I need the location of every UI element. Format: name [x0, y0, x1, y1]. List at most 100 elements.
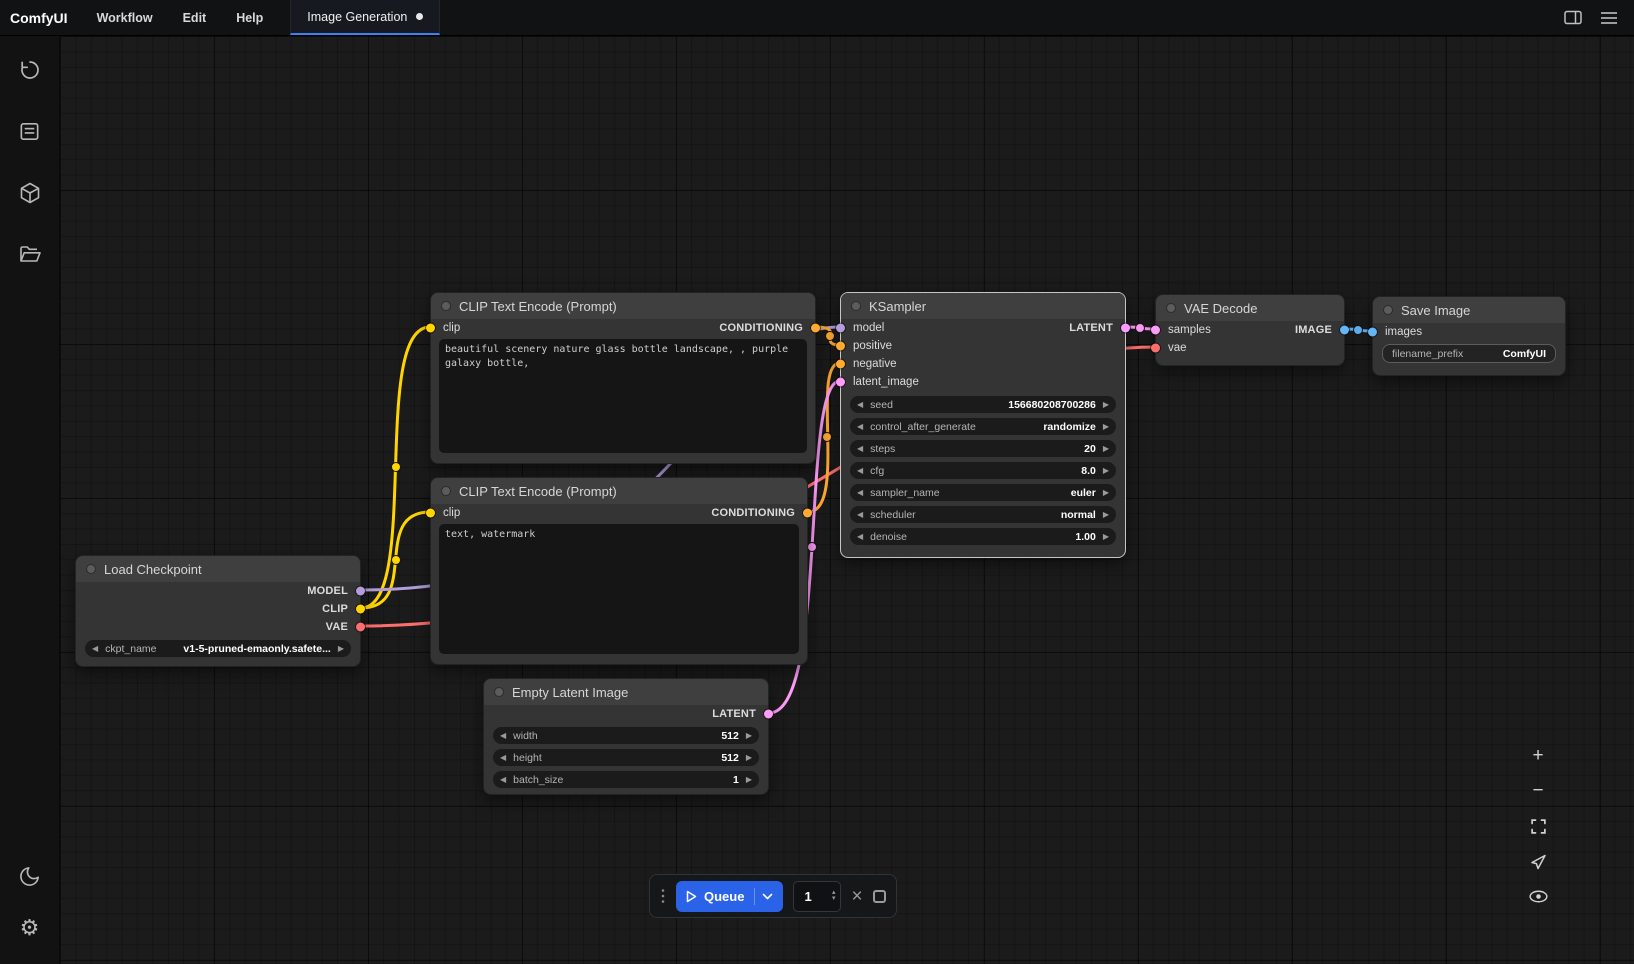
node-vae-decode[interactable]: VAE Decode samples IMAGE vae: [1155, 294, 1345, 366]
widget-decrement-icon[interactable]: ◀: [500, 732, 506, 740]
interrupt-button[interactable]: ×: [851, 887, 862, 906]
node-header[interactable]: Save Image: [1373, 297, 1565, 323]
tab-image-generation[interactable]: Image Generation: [290, 0, 440, 35]
node-header[interactable]: CLIP Text Encode (Prompt): [431, 478, 807, 504]
link-visibility-button[interactable]: [1522, 882, 1554, 910]
widget-steps[interactable]: ◀ steps 20 ▶: [850, 440, 1116, 457]
menu-workflow[interactable]: Workflow: [82, 11, 168, 25]
fit-view-button[interactable]: [1522, 812, 1554, 840]
sidebar-workflows-button[interactable]: [0, 229, 60, 281]
sidebar-settings-button[interactable]: ⚙: [0, 902, 60, 954]
widget-scheduler[interactable]: ◀ scheduler normal ▶: [850, 506, 1116, 523]
node-clip-text-encode-positive[interactable]: CLIP Text Encode (Prompt) clip CONDITION…: [430, 292, 816, 464]
vae-input-dot[interactable]: [1151, 344, 1160, 353]
widget-control-after-generate[interactable]: ◀ control_after_generate randomize ▶: [850, 418, 1116, 435]
latent-image-input-dot[interactable]: [836, 378, 845, 387]
queue-button[interactable]: Queue: [676, 881, 783, 912]
prompt-textarea[interactable]: text, watermark: [439, 524, 799, 654]
clip-input-dot[interactable]: [426, 324, 435, 333]
widget-decrement-icon[interactable]: ◀: [857, 467, 863, 475]
panel-toggle-button[interactable]: [1564, 10, 1582, 25]
collapse-dot[interactable]: [441, 486, 451, 496]
widget-increment-icon[interactable]: ▶: [338, 645, 344, 653]
node-empty-latent-image[interactable]: Empty Latent Image LATENT ◀ width 512 ▶ …: [483, 678, 769, 795]
widget-increment-icon[interactable]: ▶: [1103, 511, 1109, 519]
widget-increment-icon[interactable]: ▶: [1103, 423, 1109, 431]
widget-increment-icon[interactable]: ▶: [746, 732, 752, 740]
widget-decrement-icon[interactable]: ◀: [857, 489, 863, 497]
menu-edit[interactable]: Edit: [168, 11, 222, 25]
samples-input-dot[interactable]: [1151, 326, 1160, 335]
widget-filename-prefix[interactable]: filename_prefix ComfyUI: [1382, 344, 1556, 363]
zoom-out-button[interactable]: −: [1522, 777, 1554, 805]
widget-sampler-name[interactable]: ◀ sampler_name euler ▶: [850, 484, 1116, 501]
node-header[interactable]: Load Checkpoint: [76, 556, 360, 582]
prompt-textarea[interactable]: beautiful scenery nature glass bottle la…: [439, 339, 807, 453]
sidebar-node-library-button[interactable]: [0, 105, 60, 157]
node-header[interactable]: VAE Decode: [1156, 295, 1344, 321]
collapse-dot[interactable]: [851, 301, 861, 311]
conditioning-output-dot[interactable]: [811, 324, 820, 333]
collapse-dot[interactable]: [441, 301, 451, 311]
collapse-dot[interactable]: [494, 687, 504, 697]
sidebar-theme-toggle-button[interactable]: [0, 850, 60, 902]
collapse-dot[interactable]: [1383, 305, 1393, 315]
latent-output-dot[interactable]: [1121, 324, 1130, 333]
batch-count-input[interactable]: 1 ▴ ▾: [793, 881, 841, 912]
widget-increment-icon[interactable]: ▶: [1103, 467, 1109, 475]
menu-help[interactable]: Help: [221, 11, 278, 25]
widget-seed[interactable]: ◀ seed 156680208700286 ▶: [850, 396, 1116, 413]
image-output-dot[interactable]: [1340, 326, 1349, 335]
node-title: Save Image: [1401, 303, 1470, 318]
widget-increment-icon[interactable]: ▶: [746, 754, 752, 762]
widget-decrement-icon[interactable]: ◀: [500, 776, 506, 784]
input-port-label: images: [1385, 326, 1422, 338]
node-header[interactable]: Empty Latent Image: [484, 679, 768, 705]
sidebar-history-button[interactable]: [0, 44, 60, 96]
collapse-dot[interactable]: [86, 564, 96, 574]
widget-increment-icon[interactable]: ▶: [1103, 533, 1109, 541]
widget-denoise[interactable]: ◀ denoise 1.00 ▶: [850, 528, 1116, 545]
clip-port-dot[interactable]: [356, 605, 365, 614]
node-header[interactable]: KSampler: [841, 293, 1125, 319]
widget-increment-icon[interactable]: ▶: [746, 776, 752, 784]
sidebar-model-library-button[interactable]: [0, 167, 60, 219]
collapse-dot[interactable]: [1166, 303, 1176, 313]
widget-batch-size[interactable]: ◀ batch_size 1 ▶: [493, 771, 759, 788]
widget-ckpt-name[interactable]: ◀ ckpt_name v1-5-pruned-emaonly.safete..…: [85, 640, 351, 657]
widget-decrement-icon[interactable]: ◀: [857, 401, 863, 409]
widget-decrement-icon[interactable]: ◀: [857, 533, 863, 541]
node-save-image[interactable]: Save Image images filename_prefix ComfyU…: [1372, 296, 1566, 376]
widget-width[interactable]: ◀ width 512 ▶: [493, 727, 759, 744]
positive-input-dot[interactable]: [836, 342, 845, 351]
main-menu-button[interactable]: [1600, 11, 1618, 25]
negative-input-dot[interactable]: [836, 360, 845, 369]
chevron-down-icon[interactable]: [762, 893, 773, 900]
vae-port-dot[interactable]: [356, 623, 365, 632]
model-port-dot[interactable]: [356, 587, 365, 596]
widget-decrement-icon[interactable]: ◀: [500, 754, 506, 762]
widget-decrement-icon[interactable]: ◀: [857, 445, 863, 453]
model-input-dot[interactable]: [836, 324, 845, 333]
node-load-checkpoint[interactable]: Load Checkpoint MODEL CLIP VAE ◀ ckpt_na…: [75, 555, 361, 667]
widget-increment-icon[interactable]: ▶: [1103, 489, 1109, 497]
node-header[interactable]: CLIP Text Encode (Prompt): [431, 293, 815, 319]
zoom-in-button[interactable]: +: [1522, 742, 1554, 770]
widget-decrement-icon[interactable]: ◀: [857, 511, 863, 519]
latent-output-dot[interactable]: [764, 710, 773, 719]
node-clip-text-encode-negative[interactable]: CLIP Text Encode (Prompt) clip CONDITION…: [430, 477, 808, 665]
widget-cfg[interactable]: ◀ cfg 8.0 ▶: [850, 462, 1116, 479]
select-mode-button[interactable]: [1522, 847, 1554, 875]
widget-decrement-icon[interactable]: ◀: [92, 645, 98, 653]
widget-increment-icon[interactable]: ▶: [1103, 445, 1109, 453]
drag-handle-icon[interactable]: [660, 888, 666, 904]
stop-button[interactable]: [873, 890, 886, 903]
widget-increment-icon[interactable]: ▶: [1103, 401, 1109, 409]
widget-decrement-icon[interactable]: ◀: [857, 423, 863, 431]
batch-decrement-button[interactable]: ▾: [832, 896, 836, 902]
clip-input-dot[interactable]: [426, 509, 435, 518]
widget-height[interactable]: ◀ height 512 ▶: [493, 749, 759, 766]
images-input-dot[interactable]: [1368, 328, 1377, 337]
conditioning-output-dot[interactable]: [803, 509, 812, 518]
node-ksampler[interactable]: KSampler model LATENT positive negative …: [840, 292, 1126, 558]
